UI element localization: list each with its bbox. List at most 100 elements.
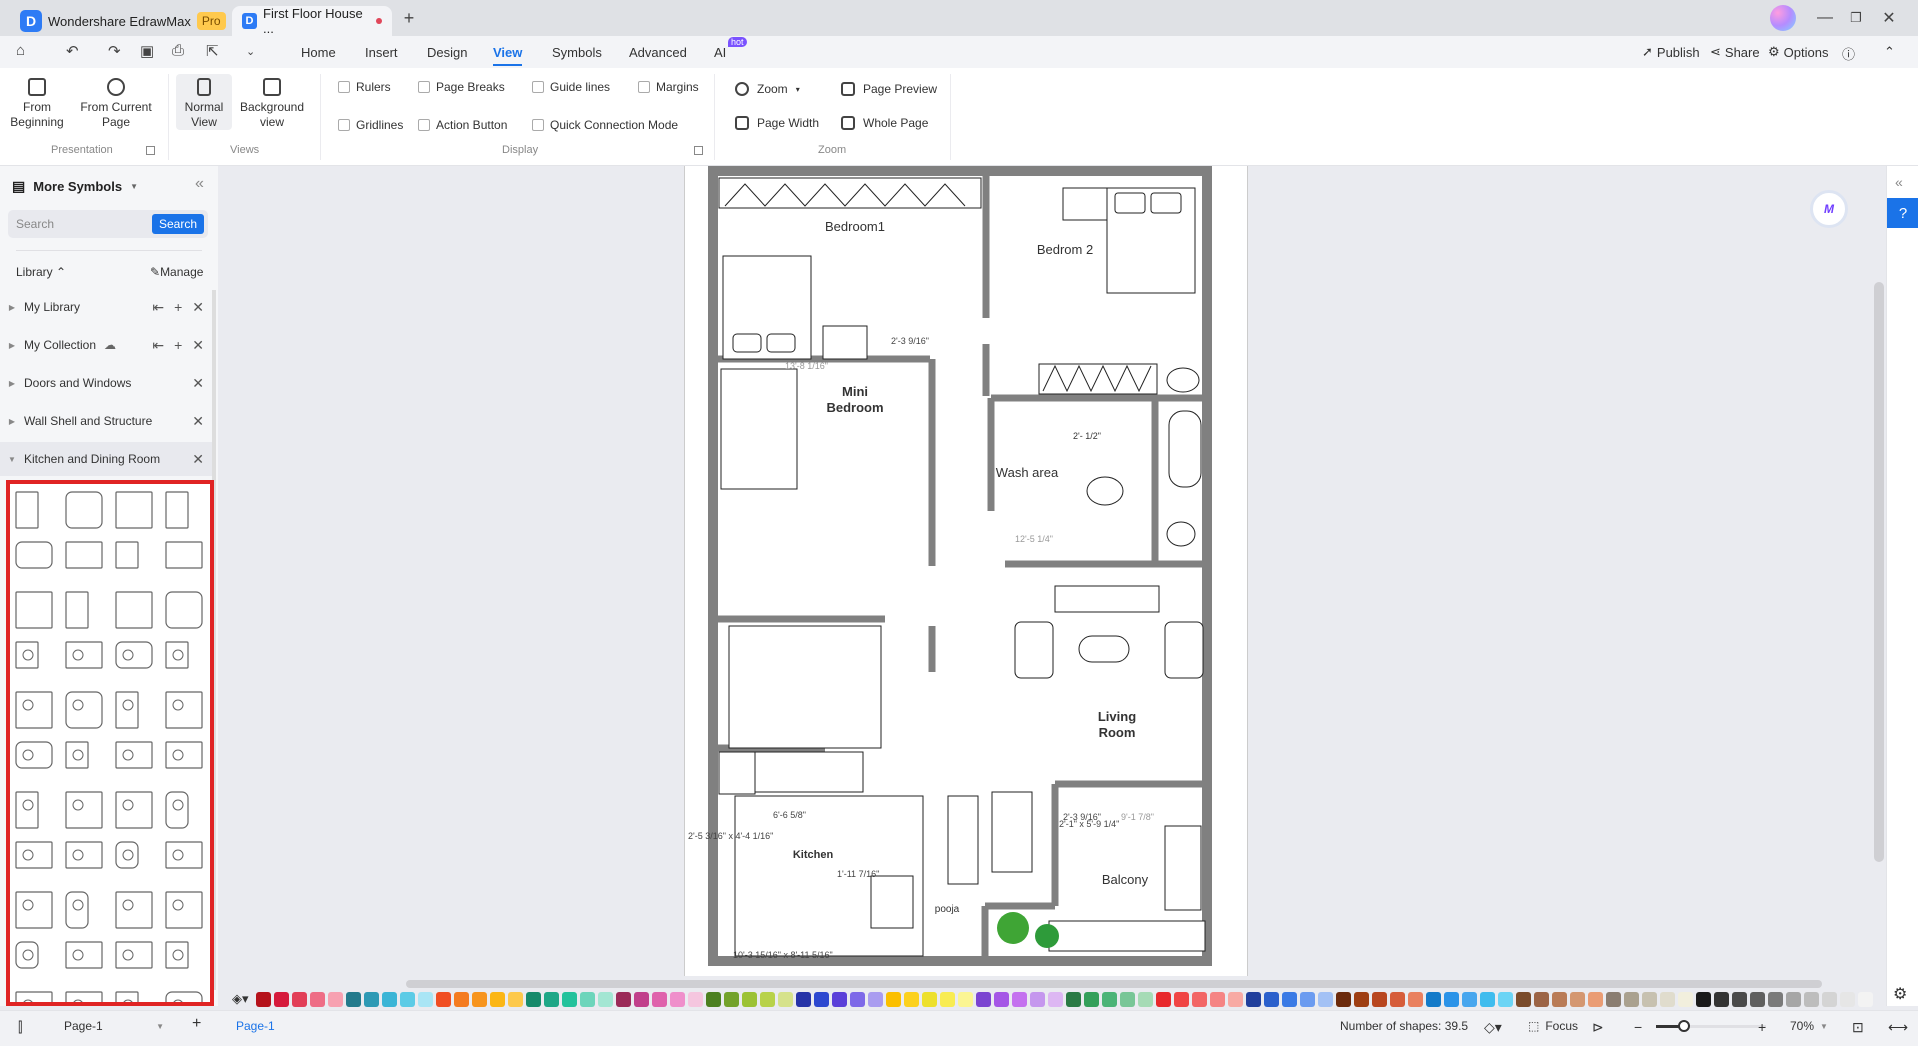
color-swatch[interactable]	[309, 991, 325, 1007]
color-swatch[interactable]	[1191, 991, 1207, 1007]
add-page-icon[interactable]: +	[192, 1015, 201, 1033]
color-swatch[interactable]	[579, 991, 595, 1007]
close-icon[interactable]: ✕	[192, 299, 204, 316]
export-icon[interactable]: ⇱	[206, 42, 219, 60]
color-swatch[interactable]	[1839, 991, 1855, 1007]
color-swatch[interactable]	[327, 991, 343, 1007]
kitchen-shape-thumbnail[interactable]	[165, 641, 189, 669]
color-swatch[interactable]	[1821, 991, 1837, 1007]
kitchen-shape-thumbnail[interactable]	[115, 591, 153, 629]
rulers-checkbox[interactable]: Rulers	[338, 80, 391, 94]
kitchen-shape-thumbnail[interactable]	[165, 591, 203, 629]
color-swatch[interactable]	[1677, 991, 1693, 1007]
kitchen-shape-thumbnail[interactable]	[15, 741, 53, 769]
color-swatch[interactable]	[1227, 991, 1243, 1007]
import-icon[interactable]: ⇤	[152, 337, 164, 354]
color-swatch[interactable]	[1047, 991, 1063, 1007]
color-swatch[interactable]	[633, 991, 649, 1007]
kitchen-shape-thumbnail[interactable]	[15, 491, 39, 529]
ai-assistant-icon[interactable]: M	[1810, 190, 1848, 228]
guide-lines-checkbox[interactable]: Guide lines	[532, 80, 610, 94]
color-swatch[interactable]	[759, 991, 775, 1007]
zoom-in-icon[interactable]: +	[1758, 1019, 1766, 1035]
help-panel-icon[interactable]: ?	[1887, 198, 1918, 228]
display-dialog-launcher-icon[interactable]	[694, 146, 703, 155]
color-swatch[interactable]	[471, 991, 487, 1007]
kitchen-shape-thumbnail[interactable]	[115, 991, 139, 1004]
kitchen-shape-thumbnail[interactable]	[115, 541, 139, 569]
vertical-scrollbar[interactable]	[1874, 282, 1884, 862]
color-swatch[interactable]	[1137, 991, 1153, 1007]
save-icon[interactable]: ▣	[140, 42, 154, 60]
zoom-dropdown[interactable]: Zoom ▾	[735, 82, 800, 96]
color-swatch[interactable]	[417, 991, 433, 1007]
kitchen-shape-thumbnail[interactable]	[15, 991, 53, 1004]
menu-insert[interactable]: Insert	[365, 45, 398, 60]
color-swatch[interactable]	[1407, 991, 1423, 1007]
color-swatch[interactable]	[1083, 991, 1099, 1007]
color-swatch[interactable]	[1551, 991, 1567, 1007]
focus-button[interactable]: ⬚ Focus	[1528, 1019, 1578, 1033]
kitchen-shape-thumbnail[interactable]	[65, 691, 103, 729]
background-view-button[interactable]: Background view	[238, 78, 306, 130]
color-swatch[interactable]	[507, 991, 523, 1007]
close-icon[interactable]: ✕	[192, 337, 204, 354]
close-icon[interactable]: ✕	[192, 451, 204, 468]
color-swatch[interactable]	[1317, 991, 1333, 1007]
color-swatch[interactable]	[1803, 991, 1819, 1007]
color-swatch[interactable]	[273, 991, 289, 1007]
color-swatch[interactable]	[1353, 991, 1369, 1007]
color-swatch[interactable]	[1263, 991, 1279, 1007]
library-item-my-collection[interactable]: ▶ My Collection ☁ ⇤ + ✕	[0, 328, 212, 362]
page-selector-dropdown[interactable]: Page-1 ▼	[64, 1019, 164, 1033]
more-symbols-dropdown[interactable]: ▤ More Symbols ▼	[12, 178, 138, 195]
kitchen-shape-thumbnail[interactable]	[115, 841, 139, 869]
new-tab-plus-icon[interactable]: +	[396, 6, 422, 30]
undo-icon[interactable]: ↶	[66, 42, 79, 60]
page-preview-button[interactable]: Page Preview	[841, 82, 937, 96]
add-icon[interactable]: +	[174, 337, 182, 354]
page-breaks-checkbox[interactable]: Page Breaks	[418, 80, 505, 94]
quick-connection-mode-checkbox[interactable]: Quick Connection Mode	[532, 118, 678, 132]
kitchen-shape-thumbnail[interactable]	[65, 991, 103, 1004]
color-swatch[interactable]	[1065, 991, 1081, 1007]
kitchen-shape-thumbnail[interactable]	[165, 741, 203, 769]
color-swatch[interactable]	[1857, 991, 1873, 1007]
share-button[interactable]: ⋖ Share	[1710, 44, 1760, 60]
color-swatch[interactable]	[795, 991, 811, 1007]
color-swatch[interactable]	[1209, 991, 1225, 1007]
kitchen-shape-thumbnail[interactable]	[65, 491, 103, 529]
color-swatch[interactable]	[777, 991, 793, 1007]
menu-advanced[interactable]: Advanced	[629, 45, 687, 60]
color-swatch[interactable]	[831, 991, 847, 1007]
fit-width-icon[interactable]: ⟷	[1888, 1019, 1908, 1036]
kitchen-shape-thumbnail[interactable]	[65, 591, 89, 629]
kitchen-shape-thumbnail[interactable]	[165, 991, 203, 1004]
color-swatch[interactable]	[741, 991, 757, 1007]
kitchen-shape-thumbnail[interactable]	[65, 741, 89, 769]
floor-plan[interactable]: Bedroom1 Bedrom 2 Mini Bedroom Wash area…	[685, 166, 1249, 976]
color-swatch[interactable]	[363, 991, 379, 1007]
color-swatch[interactable]	[381, 991, 397, 1007]
kitchen-shape-thumbnail[interactable]	[165, 941, 189, 969]
color-swatch[interactable]	[543, 991, 559, 1007]
color-swatch[interactable]	[993, 991, 1009, 1007]
restore-button[interactable]: ❐	[1843, 6, 1869, 30]
drawing-page[interactable]: Bedroom1 Bedrom 2 Mini Bedroom Wash area…	[684, 166, 1248, 976]
kitchen-shape-thumbnail[interactable]	[165, 541, 203, 569]
kitchen-shape-thumbnail[interactable]	[115, 791, 153, 829]
color-swatch[interactable]	[1443, 991, 1459, 1007]
publish-button[interactable]: ➚ Publish	[1642, 44, 1700, 60]
color-swatch[interactable]	[687, 991, 703, 1007]
more-quick-access-icon[interactable]: ⌄	[246, 45, 255, 58]
zoom-out-icon[interactable]: −	[1634, 1019, 1642, 1035]
color-swatch[interactable]	[975, 991, 991, 1007]
kitchen-shape-thumbnail[interactable]	[15, 891, 53, 929]
fit-page-icon[interactable]: ⊡	[1852, 1019, 1864, 1036]
color-swatch[interactable]	[1569, 991, 1585, 1007]
color-swatch[interactable]	[1155, 991, 1171, 1007]
kitchen-shape-thumbnail[interactable]	[65, 541, 103, 569]
page-tab[interactable]: Page-1	[236, 1019, 275, 1033]
kitchen-shape-thumbnail[interactable]	[115, 891, 153, 929]
color-swatch[interactable]	[1029, 991, 1045, 1007]
